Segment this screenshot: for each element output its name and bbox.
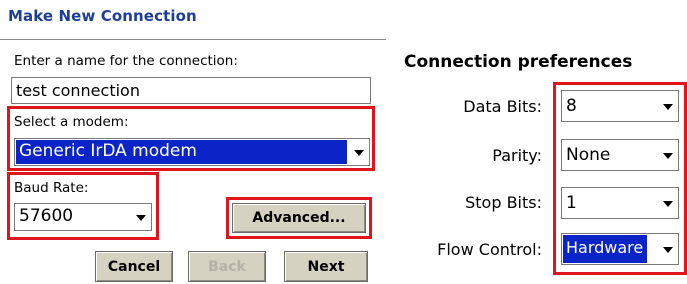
title-divider	[0, 39, 386, 40]
next-button[interactable]: Next	[284, 251, 368, 282]
stop-bits-select[interactable]: 1	[561, 187, 679, 219]
flow-control-label: Flow Control:	[437, 240, 542, 259]
chevron-down-icon[interactable]	[130, 204, 151, 230]
flow-control-value: Hardware	[563, 235, 648, 263]
dialog-title: Make New Connection	[8, 7, 197, 25]
data-bits-label: Data Bits:	[463, 97, 542, 116]
parity-select[interactable]: None	[561, 139, 679, 171]
advanced-button[interactable]: Advanced...	[232, 203, 366, 233]
data-bits-value: 8	[566, 96, 577, 116]
baud-rate-label: Baud Rate:	[14, 180, 89, 196]
stop-bits-value: 1	[566, 193, 577, 213]
modem-label: Select a modem:	[14, 114, 129, 130]
modem-select-value: Generic IrDA modem	[16, 140, 347, 164]
preferences-title: Connection preferences	[404, 52, 633, 72]
baud-rate-select[interactable]: 57600	[14, 203, 152, 231]
chevron-down-icon[interactable]	[657, 188, 678, 218]
data-bits-select[interactable]: 8	[561, 90, 679, 122]
back-button[interactable]: Back	[188, 251, 266, 282]
flow-control-spacer	[648, 234, 657, 264]
chevron-down-icon[interactable]	[657, 91, 678, 121]
chevron-down-icon[interactable]	[657, 234, 678, 264]
baud-rate-value: 57600	[19, 206, 74, 226]
connection-name-label: Enter a name for the connection:	[14, 53, 238, 69]
flow-control-select[interactable]: Hardware	[561, 233, 679, 265]
cancel-button[interactable]: Cancel	[95, 251, 173, 282]
modem-select[interactable]: Generic IrDA modem	[14, 138, 370, 166]
parity-label: Parity:	[492, 146, 542, 165]
parity-value: None	[566, 145, 611, 165]
stop-bits-label: Stop Bits:	[465, 193, 542, 212]
chevron-down-icon[interactable]	[657, 140, 678, 170]
chevron-down-icon[interactable]	[348, 139, 369, 165]
connection-name-input[interactable]: test connection	[11, 77, 371, 104]
